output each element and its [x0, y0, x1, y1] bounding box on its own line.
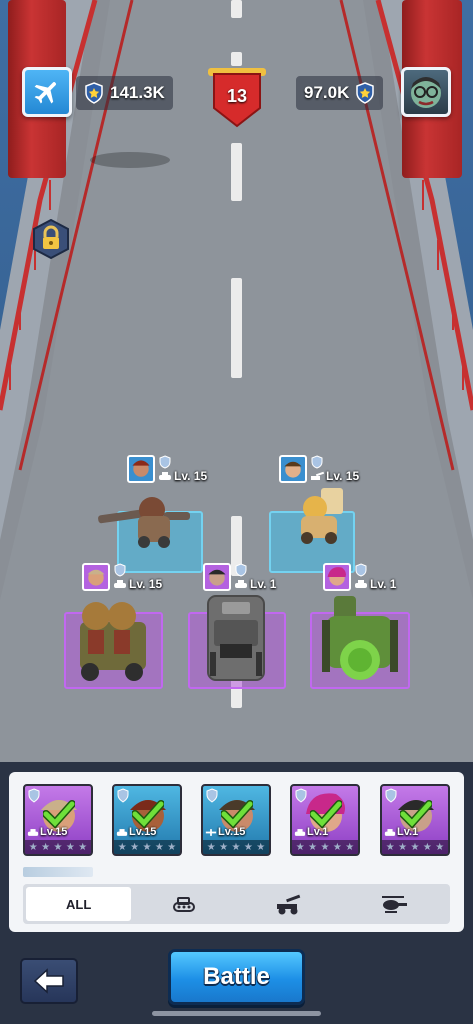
- lock-icon: [33, 218, 69, 260]
- opponent-score: 97.0K: [296, 76, 384, 110]
- unit-level: Lv. 15: [174, 469, 208, 483]
- player-tank-left: [80, 602, 146, 681]
- lane-marking: [231, 143, 242, 201]
- commander-portrait: [82, 563, 110, 591]
- shield-rank-icon: [28, 788, 40, 803]
- enemy-mech-left: [98, 497, 190, 548]
- shield-rank-icon: [114, 563, 126, 577]
- star-rating: ★ ★ ★ ★ ★: [114, 840, 180, 854]
- lane-marking: [231, 0, 242, 18]
- battle-button-label: Battle: [203, 963, 270, 990]
- tank-icon: [172, 897, 195, 912]
- tank-icon: [384, 828, 396, 836]
- round-banner: 13: [208, 66, 266, 128]
- back-arrow-icon: [33, 968, 64, 994]
- unit-card[interactable]: Lv.15 ★ ★ ★ ★ ★: [112, 784, 182, 856]
- shield-rank-icon: [385, 788, 397, 803]
- shield-rank-icon: [311, 455, 323, 469]
- commander-portrait: [323, 563, 351, 591]
- back-button[interactable]: [20, 958, 78, 1004]
- artillery-icon: [277, 894, 301, 915]
- enemy-mech-right: [301, 488, 343, 544]
- checkmark-icon: [132, 800, 164, 828]
- card-level: Lv.1: [397, 826, 419, 838]
- opponent-score-value: 97.0K: [304, 83, 350, 102]
- player-score-value: 141.3K: [110, 83, 165, 102]
- filter-all[interactable]: ALL: [26, 887, 132, 921]
- card-level: Lv.1: [307, 826, 329, 838]
- filter-artillery[interactable]: [237, 887, 342, 921]
- player-unit-tag-center: Lv. 1: [203, 563, 276, 591]
- commander-portrait: [279, 455, 307, 483]
- unit-level: Lv. 15: [129, 577, 163, 591]
- star-badge-icon: [355, 82, 375, 104]
- player-score: 141.3K: [76, 76, 173, 110]
- battle-button[interactable]: Battle: [168, 949, 305, 1005]
- checkmark-icon: [221, 800, 253, 828]
- lane-marking: [231, 52, 242, 66]
- tank-icon: [116, 828, 128, 836]
- shield-rank-icon: [206, 788, 218, 803]
- tank-icon: [114, 580, 126, 588]
- star-rating: ★ ★ ★ ★ ★: [25, 840, 91, 854]
- unit-card[interactable]: Lv.15 ★ ★ ★ ★ ★: [23, 784, 93, 856]
- filter-all-label: ALL: [65, 896, 92, 912]
- player-unit-tag-right: Lv. 1: [323, 563, 396, 591]
- tank-icon: [355, 580, 367, 588]
- shield-rank-icon: [355, 563, 367, 577]
- tank-icon: [159, 472, 171, 480]
- commander-portrait: [127, 455, 155, 483]
- card-level: Lv.15: [129, 826, 157, 838]
- zombie-face-icon: [411, 77, 441, 108]
- tank-icon: [27, 828, 39, 836]
- lock-button[interactable]: [31, 218, 71, 260]
- star-rating: ★ ★ ★ ★ ★: [382, 840, 448, 854]
- checkmark-icon: [400, 800, 432, 828]
- plane-icon: [205, 828, 217, 836]
- checkmark-icon: [43, 800, 75, 828]
- player-green-tank: [322, 596, 398, 680]
- shield-rank-icon: [295, 788, 307, 803]
- card-level: Lv.15: [218, 826, 246, 838]
- filter-tank[interactable]: [131, 887, 236, 921]
- player-armored-truck: [207, 595, 265, 681]
- unit-level: Lv. 1: [370, 577, 397, 591]
- enemy-unit-tag-right: Lv. 15: [279, 455, 359, 483]
- unit-selection-panel: Lv.15 ★ ★ ★ ★ ★ Lv.15 ★ ★ ★ ★ ★ Lv.15 ★ ★ ★ ★ ★ Lv.1…: [9, 772, 464, 932]
- star-rating: ★ ★ ★ ★ ★: [203, 840, 269, 854]
- unit-level: Lv. 15: [326, 469, 360, 483]
- round-number: 13: [226, 86, 248, 106]
- unit-level: Lv. 1: [250, 577, 277, 591]
- shield-rank-icon: [235, 563, 247, 577]
- helicopter-icon: [382, 896, 408, 913]
- filter-helicopter[interactable]: [342, 887, 447, 921]
- enemy-unit-tag-left: Lv. 15: [127, 455, 207, 483]
- unit-card[interactable]: Lv.15 ★ ★ ★ ★ ★: [201, 784, 271, 856]
- shield-rank-icon: [159, 455, 171, 469]
- unit-card[interactable]: Lv.1 ★ ★ ★ ★ ★: [290, 784, 360, 856]
- tank-icon: [294, 828, 306, 836]
- shield-rank-icon: [117, 788, 129, 803]
- unit-card[interactable]: Lv.1 ★ ★ ★ ★ ★: [380, 784, 450, 856]
- plane-mode-button[interactable]: [22, 67, 72, 117]
- home-indicator[interactable]: [152, 1011, 321, 1016]
- star-badge-icon: [84, 82, 104, 104]
- checkmark-icon: [310, 800, 342, 828]
- tank-icon: [235, 580, 247, 588]
- commander-portrait: [203, 563, 231, 591]
- player-unit-tag-left: Lv. 15: [82, 563, 162, 591]
- unit-filter-bar: ALL: [23, 884, 450, 924]
- partial-card-row: [23, 867, 93, 877]
- card-level: Lv.15: [40, 826, 68, 838]
- lane-marking: [231, 278, 242, 378]
- plane-icon: [34, 82, 56, 104]
- star-rating: ★ ★ ★ ★ ★: [292, 840, 358, 854]
- opponent-avatar[interactable]: [401, 67, 451, 117]
- artillery-icon: [311, 471, 324, 480]
